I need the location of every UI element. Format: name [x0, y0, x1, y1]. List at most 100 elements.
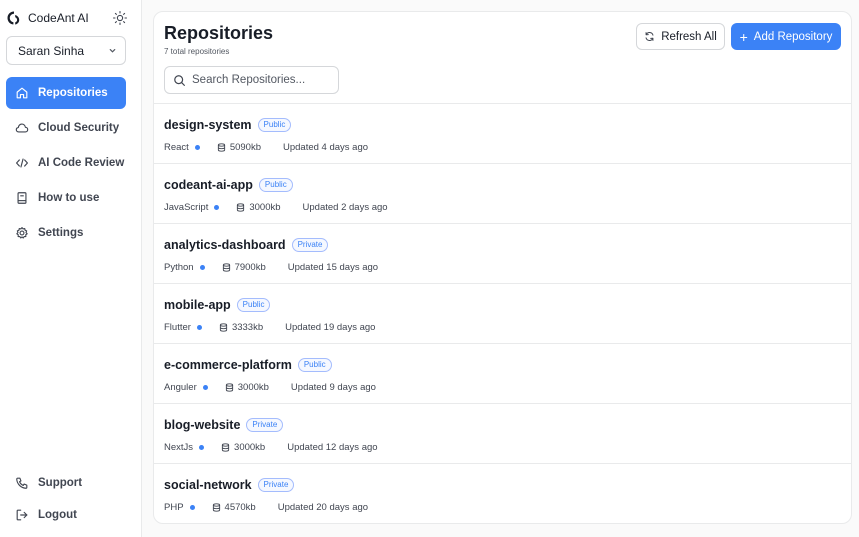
refresh-icon: [645, 32, 654, 41]
visibility-badge: Public: [258, 178, 293, 192]
repository-row[interactable]: e-commerce-platform Public Anguler 3000k…: [154, 344, 851, 404]
search-icon: [174, 74, 185, 86]
repo-size: 3000kb: [234, 442, 266, 453]
sidebar-nav: Repositories Cloud Security AI Code Revi…: [6, 77, 126, 252]
repository-row[interactable]: codeant-ai-app Public JavaScript 3000kb …: [154, 164, 851, 224]
repo-language: Anguler: [164, 382, 197, 393]
repo-size: 3000kb: [249, 202, 281, 213]
database-icon: [212, 503, 220, 512]
brand: CodeAnt AI: [6, 9, 128, 27]
repo-size: 5090kb: [229, 142, 261, 153]
search-box[interactable]: [164, 66, 339, 94]
database-icon: [219, 323, 228, 332]
brand-name: CodeAnt AI: [28, 11, 89, 25]
refresh-all-label: Refresh All: [661, 30, 717, 43]
sidebar-item-label: How to use: [38, 192, 100, 204]
user-name: Saran Sinha: [18, 43, 85, 58]
visibility-badge: Public: [297, 358, 332, 372]
user-select[interactable]: Saran Sinha: [6, 36, 126, 65]
sidebar-item-label: Cloud Security: [38, 122, 120, 134]
repo-updated: Updated 15 days ago: [287, 262, 379, 273]
repository-row[interactable]: analytics-dashboard Private Python 7900k…: [154, 224, 851, 284]
repository-row[interactable]: mobile-app Public Flutter 3333kb Updated…: [154, 284, 851, 344]
language-dot-icon: [199, 445, 205, 450]
sidebar: CodeAnt AI Saran Sinha Repositories Clou…: [0, 0, 142, 537]
database-icon: [221, 443, 230, 452]
repo-updated: Updated 2 days ago: [302, 202, 388, 213]
codeant-logo-icon: [7, 11, 20, 25]
sidebar-item-ai-code-review[interactable]: AI Code Review: [6, 147, 126, 179]
database-icon: [222, 263, 230, 272]
repo-language: JavaScript: [164, 202, 209, 213]
sidebar-item-cloud-security[interactable]: Cloud Security: [6, 112, 126, 144]
sidebar-item-label: Repositories: [38, 87, 108, 99]
add-repository-label: Add Repository: [753, 30, 833, 43]
refresh-all-button[interactable]: Refresh All: [636, 23, 725, 50]
repo-language: Python: [164, 262, 194, 273]
visibility-badge: Private: [257, 478, 295, 492]
repo-updated: Updated 12 days ago: [287, 442, 378, 453]
database-icon: [237, 203, 245, 212]
repo-name: analytics-dashboard: [164, 238, 286, 252]
repo-updated: Updated 19 days ago: [285, 322, 376, 333]
repo-language: React: [164, 142, 189, 153]
repo-size: 3333kb: [231, 322, 264, 333]
language-dot-icon: [194, 145, 200, 150]
language-dot-icon: [202, 385, 208, 390]
plus-icon: +: [739, 28, 748, 45]
database-icon: [217, 143, 225, 152]
cloud-icon: [15, 123, 29, 133]
logout-icon: [16, 509, 28, 521]
phone-icon: [16, 477, 28, 489]
language-dot-icon: [189, 505, 195, 510]
book-icon: [17, 192, 27, 204]
repo-updated: Updated 20 days ago: [277, 502, 369, 513]
repo-name: mobile-app: [164, 298, 231, 312]
visibility-badge: Public: [236, 298, 271, 312]
repo-updated: Updated 4 days ago: [283, 142, 369, 153]
repositories-card: Repositories 7 total repositories Refres…: [153, 11, 852, 524]
page-title: Repositories: [164, 23, 274, 43]
repo-size: 3000kb: [237, 382, 269, 393]
search-input[interactable]: [192, 74, 332, 86]
repository-row[interactable]: blog-website Private NextJs 3000kb Updat…: [154, 404, 851, 464]
repo-updated: Updated 9 days ago: [290, 382, 376, 393]
repo-name: codeant-ai-app: [164, 178, 253, 192]
repository-row[interactable]: design-system Public React 5090kb Update…: [154, 104, 851, 164]
sidebar-item-label: Settings: [38, 227, 84, 239]
sidebar-item-settings[interactable]: Settings: [6, 217, 126, 249]
sidebar-item-how-to-use[interactable]: How to use: [6, 182, 126, 214]
gear-icon: [16, 227, 28, 239]
language-dot-icon: [199, 265, 205, 270]
repository-list: design-system Public React 5090kb Update…: [154, 104, 851, 523]
repo-name: e-commerce-platform: [164, 358, 292, 372]
sidebar-item-repositories[interactable]: Repositories: [6, 77, 126, 109]
sidebar-bottom-nav: Support Logout: [6, 467, 126, 531]
sun-icon[interactable]: [112, 10, 128, 26]
home-icon: [16, 87, 28, 99]
repo-name: social-network: [164, 478, 252, 492]
add-repository-button[interactable]: + Add Repository: [731, 23, 841, 50]
sidebar-item-logout[interactable]: Logout: [6, 499, 126, 531]
repo-count: 7 total repositories: [164, 47, 230, 56]
sidebar-item-label: AI Code Review: [38, 157, 125, 169]
database-icon: [225, 383, 233, 392]
visibility-badge: Private: [291, 238, 329, 252]
repo-size: 7900kb: [234, 262, 266, 273]
visibility-badge: Private: [246, 418, 284, 432]
repository-row[interactable]: social-network Private PHP 4570kb Update…: [154, 464, 851, 523]
card-header: Repositories 7 total repositories Refres…: [154, 12, 851, 104]
code-icon: [16, 158, 28, 168]
repo-name: design-system: [164, 118, 252, 132]
repo-language: Flutter: [164, 322, 191, 333]
repo-language: NextJs: [164, 442, 194, 453]
repo-name: blog-website: [164, 418, 241, 432]
sidebar-item-support[interactable]: Support: [6, 467, 126, 499]
language-dot-icon: [196, 325, 202, 330]
language-dot-icon: [214, 205, 220, 210]
repo-size: 4570kb: [224, 502, 256, 513]
sidebar-item-label: Logout: [38, 509, 77, 521]
chevron-down-icon: [109, 49, 116, 53]
sidebar-item-label: Support: [38, 477, 83, 489]
repo-language: PHP: [164, 502, 184, 513]
